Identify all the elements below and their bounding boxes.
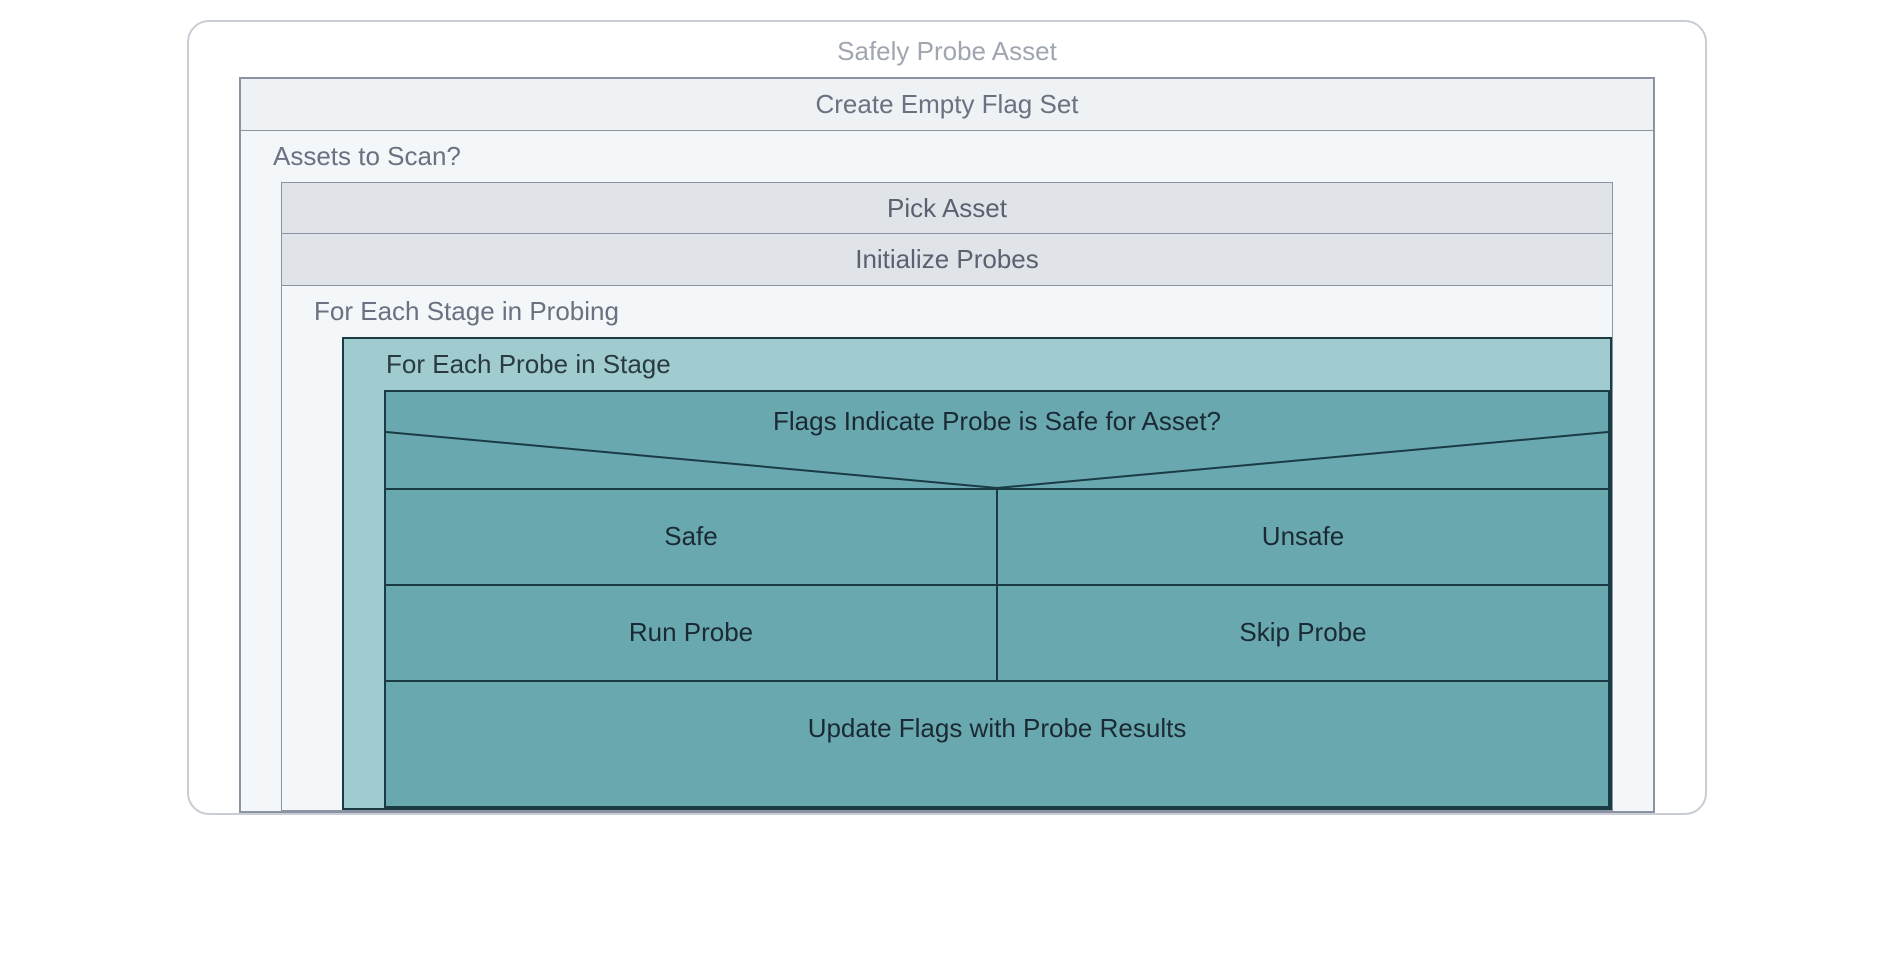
diagram-outer-container: Safely Probe Asset Create Empty Flag Set… (187, 20, 1707, 815)
initialize-probes-block: Initialize Probes (281, 233, 1613, 286)
for-each-probe-loop: For Each Probe in Stage Flags Indicate P… (342, 337, 1612, 810)
branch-safe-label: Safe (386, 490, 998, 584)
skip-probe-block: Skip Probe (998, 586, 1608, 680)
decision-block: Flags Indicate Probe is Safe for Asset? … (384, 390, 1610, 808)
decision-branch-labels-row: Safe Unsafe (386, 488, 1608, 584)
assets-to-scan-loop: Assets to Scan? Pick Asset Initialize Pr… (240, 130, 1654, 812)
decision-condition-row: Flags Indicate Probe is Safe for Asset? (386, 392, 1608, 488)
branch-unsafe-label: Unsafe (998, 490, 1608, 584)
decision-bottom-spacer (386, 776, 1608, 806)
main-sequence-frame: Create Empty Flag Set Assets to Scan? Pi… (239, 77, 1655, 813)
run-probe-block: Run Probe (386, 586, 998, 680)
assets-loop-body: Pick Asset Initialize Probes For Each St… (241, 182, 1653, 811)
for-each-stage-loop: For Each Stage in Probing For Each Probe… (281, 285, 1613, 811)
decision-question-text: Flags Indicate Probe is Safe for Asset? (386, 406, 1608, 437)
update-flags-block: Update Flags with Probe Results (386, 680, 1608, 776)
create-flag-set-block: Create Empty Flag Set (240, 78, 1654, 131)
for-each-stage-condition: For Each Stage in Probing (282, 286, 1612, 337)
assets-to-scan-condition: Assets to Scan? (241, 131, 1653, 182)
for-each-probe-condition: For Each Probe in Stage (344, 339, 1610, 390)
diagram-title: Safely Probe Asset (239, 32, 1655, 77)
pick-asset-block: Pick Asset (281, 182, 1613, 235)
decision-branch-actions-row: Run Probe Skip Probe (386, 584, 1608, 680)
